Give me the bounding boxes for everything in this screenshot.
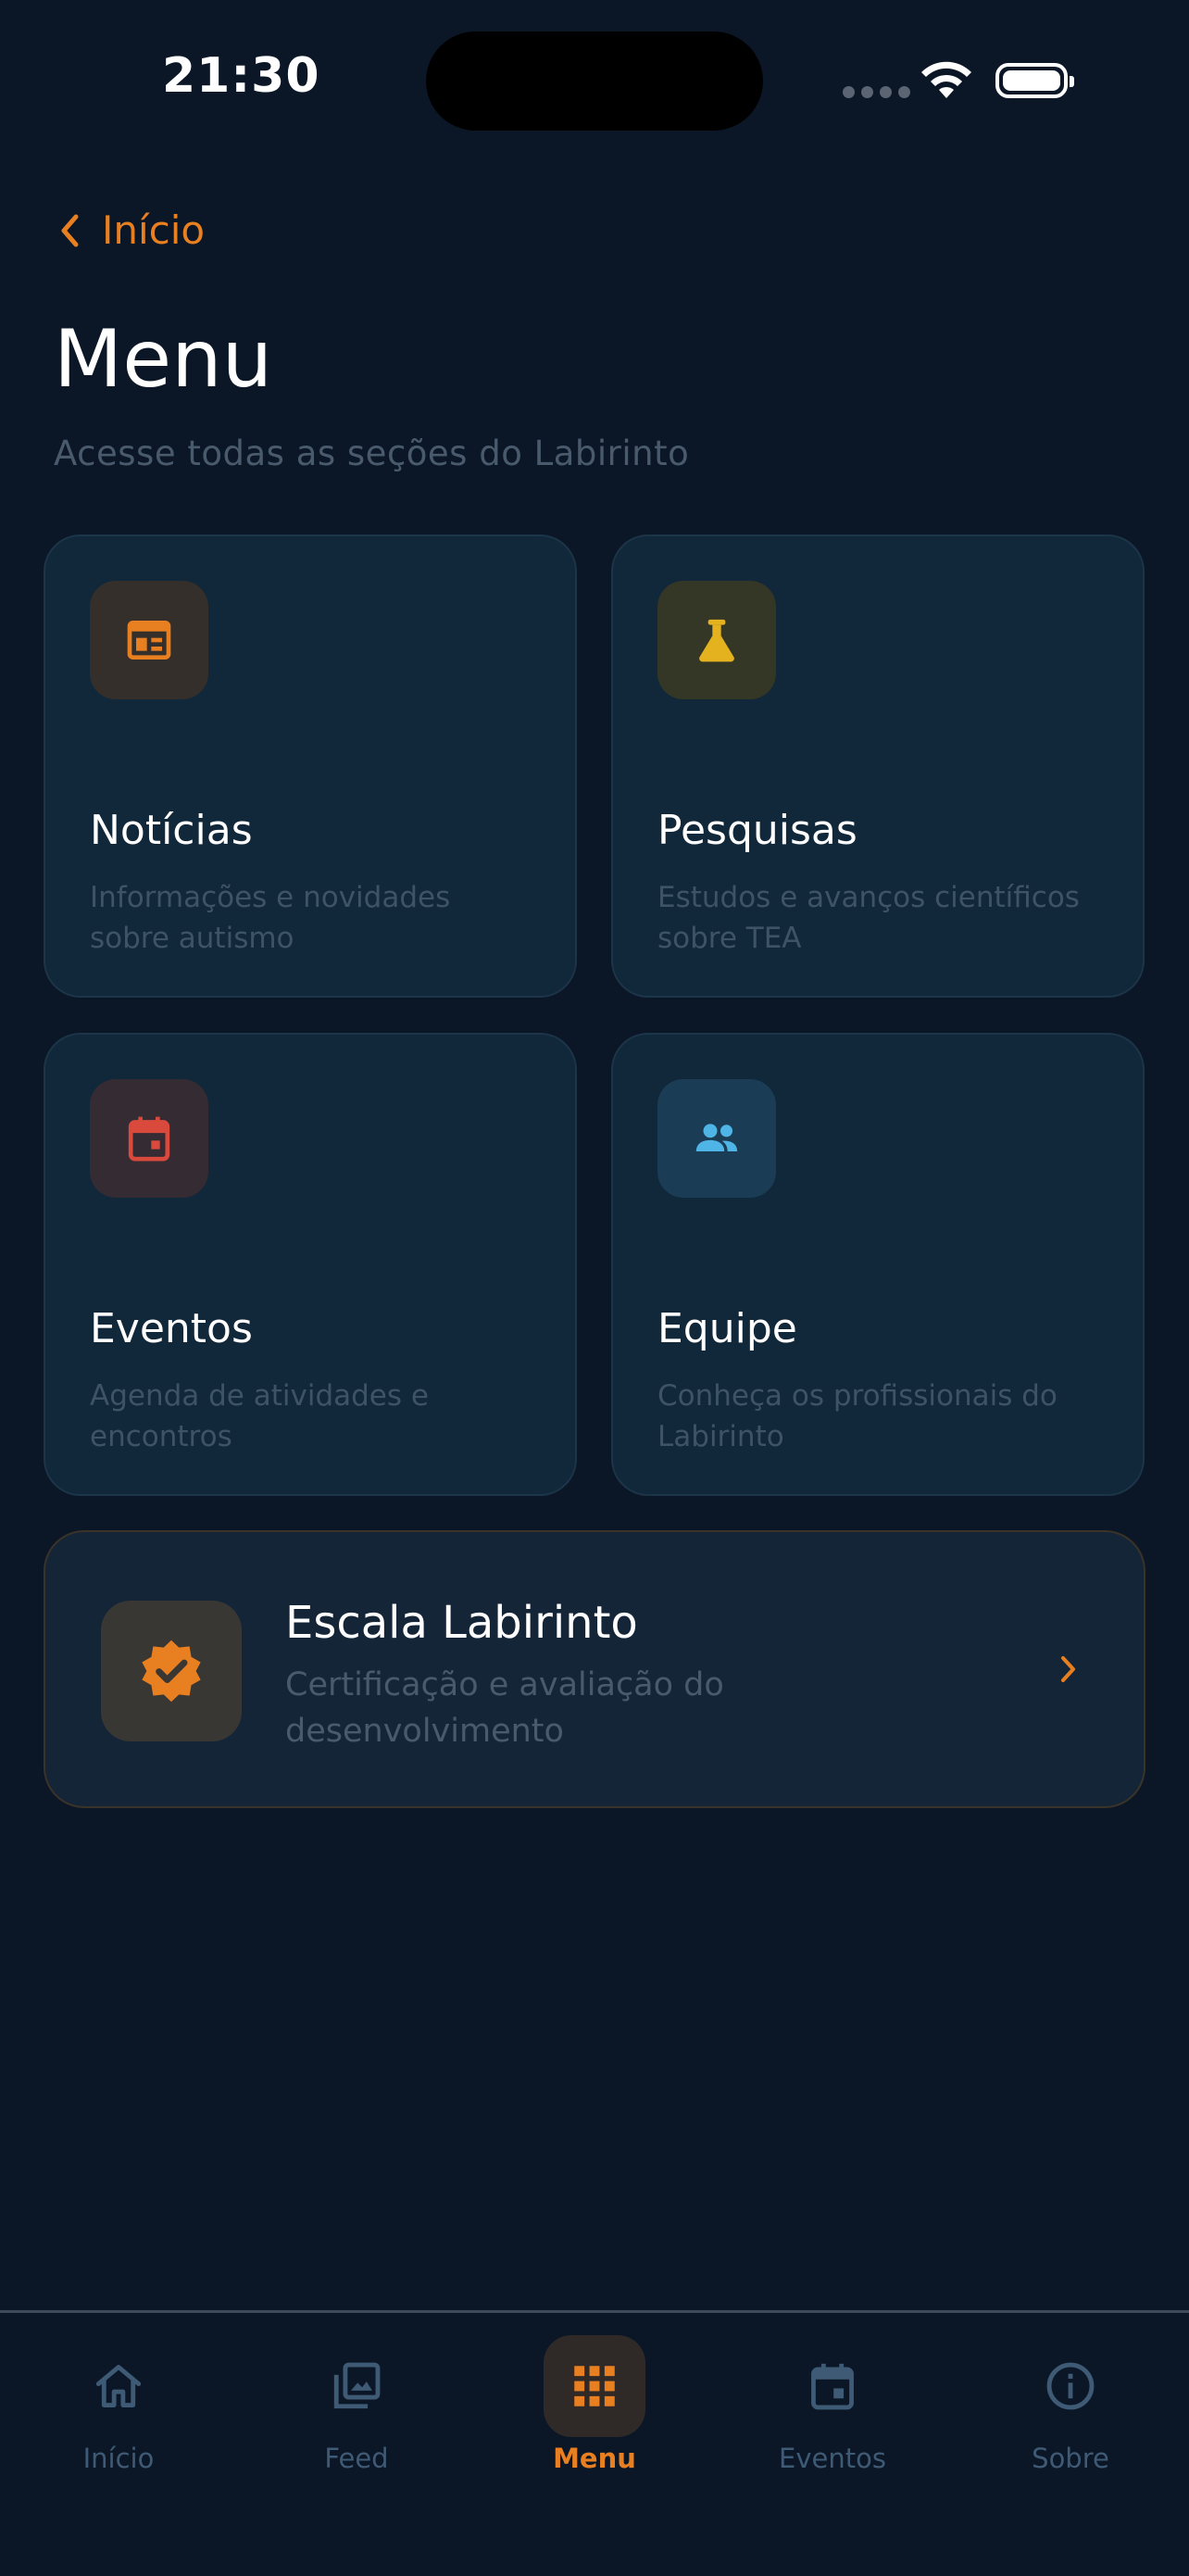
tab-icon-wrap: [544, 2335, 645, 2437]
newspaper-icon: [127, 621, 171, 660]
card-title: Eventos: [90, 1305, 253, 1352]
tab-label: Sobre: [1032, 2443, 1109, 2474]
card-description: Agenda de atividades e encontros: [90, 1379, 429, 1453]
tab-icon-wrap: [306, 2335, 407, 2437]
card-description: Certificação e avaliação do desenvolvime…: [285, 1666, 724, 1750]
card-pesquisas[interactable]: Pesquisas Estudos e avanços científicos …: [611, 534, 1145, 998]
info-icon: [1046, 2362, 1095, 2410]
card-eventos[interactable]: Eventos Agenda de atividades e encontros: [44, 1033, 577, 1496]
tab-feed[interactable]: Feed: [264, 2313, 449, 2498]
tab-inicio[interactable]: Início: [26, 2313, 211, 2498]
card-noticias[interactable]: Notícias Informações e novidades sobre a…: [44, 534, 577, 998]
tab-label: Início: [82, 2443, 155, 2474]
status-time: 21:30: [162, 48, 320, 104]
card-description: Informações e novidades sobre autismo: [90, 881, 451, 955]
battery-icon: [995, 63, 1074, 98]
calendar-icon: [128, 1116, 170, 1162]
back-label: Início: [102, 207, 206, 253]
gallery-icon: [333, 2362, 381, 2409]
card-title: Escala Labirinto: [285, 1597, 638, 1649]
card-title: Pesquisas: [657, 807, 857, 854]
chevron-left-icon: [61, 214, 79, 246]
card-description: Conheça os profissionais do Labirinto: [657, 1379, 1058, 1453]
card-title: Equipe: [657, 1305, 797, 1352]
tab-icon-wrap: [68, 2335, 169, 2437]
card-icon-box: [657, 581, 776, 699]
page-title: Menu: [54, 313, 273, 406]
home-icon: [95, 2365, 142, 2407]
status-bar: 21:30: [0, 0, 1189, 139]
tab-bar: Início Feed Menu Eventos Sobre: [0, 2310, 1189, 2576]
card-icon-box: [657, 1079, 776, 1198]
tab-icon-wrap: [1020, 2335, 1121, 2437]
tab-eventos[interactable]: Eventos: [740, 2313, 925, 2498]
cellular-signal-icon: [843, 86, 910, 98]
card-icon-box: [101, 1601, 242, 1741]
tab-label: Menu: [553, 2443, 636, 2474]
wifi-icon: [921, 61, 971, 98]
tab-sobre[interactable]: Sobre: [978, 2313, 1163, 2498]
tab-label: Eventos: [779, 2443, 886, 2474]
card-icon-box: [90, 581, 208, 699]
tab-label: Feed: [324, 2443, 389, 2474]
card-icon-box: [90, 1079, 208, 1198]
card-description: Estudos e avanços científicos sobre TEA: [657, 881, 1080, 955]
card-equipe[interactable]: Equipe Conheça os profissionais do Labir…: [611, 1033, 1145, 1496]
people-icon: [695, 1124, 738, 1151]
flask-icon: [699, 619, 734, 662]
page-subtitle: Acesse todas as seções do Labirinto: [54, 434, 690, 473]
verified-badge-icon: [142, 1640, 201, 1703]
escala-labirinto-card[interactable]: Escala Labirinto Certificação e avaliaçã…: [44, 1530, 1145, 1808]
card-title: Notícias: [90, 807, 253, 854]
back-button[interactable]: Início: [57, 207, 205, 253]
grid-icon: [574, 2366, 615, 2406]
dynamic-island: [426, 31, 763, 131]
chevron-right-icon: [1061, 1656, 1075, 1682]
tab-menu[interactable]: Menu: [502, 2313, 687, 2498]
tab-icon-wrap: [782, 2335, 883, 2437]
calendar-icon: [811, 2363, 854, 2410]
